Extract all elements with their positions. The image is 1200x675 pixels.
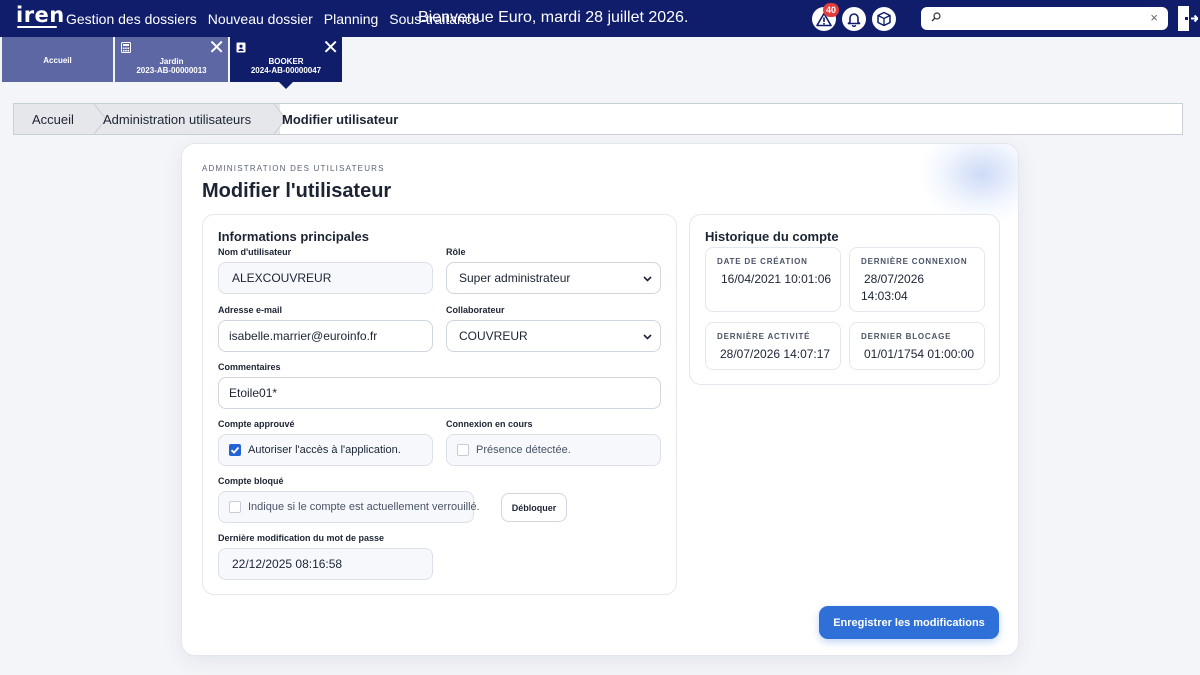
role-label: Rôle xyxy=(446,247,466,257)
approved-text: Autoriser l'accès à l'application. xyxy=(248,444,401,456)
page-title: Modifier l'utilisateur xyxy=(202,180,392,202)
last-login-date: 28/07/2026 xyxy=(864,272,925,286)
history-created: DATE DE CRÉATION 16/04/2021 10:01:06 xyxy=(705,247,841,312)
edit-user-card: ADMINISTRATION DES UTILISATEURS Modifier… xyxy=(181,143,1019,656)
approved-label: Compte approuvé xyxy=(218,419,295,429)
logo-text: iren xyxy=(16,3,65,27)
username-label: Nom d'utilisateur xyxy=(218,247,292,257)
created-value: 16/04/2021 10:01:06 xyxy=(721,272,832,286)
chevron-down-icon xyxy=(643,334,652,340)
search-clear-button[interactable]: × xyxy=(1150,10,1158,25)
active-tab-indicator xyxy=(279,82,293,89)
tab-accueil[interactable]: Accueil xyxy=(2,37,113,82)
logout-button[interactable] xyxy=(1176,5,1199,32)
username-value: ALEXCOUVREUR xyxy=(232,271,332,285)
created-label: DATE DE CRÉATION xyxy=(717,257,808,266)
locked-checkbox[interactable] xyxy=(229,501,241,513)
collaborator-value: COUVREUR xyxy=(459,329,528,343)
email-label: Adresse e-mail xyxy=(218,305,283,315)
panel-title: Informations principales xyxy=(218,229,369,244)
search-input[interactable] xyxy=(943,9,1143,28)
locked-label: Compte bloqué xyxy=(218,476,284,486)
breadcrumb-current: Modifier utilisateur xyxy=(282,111,399,127)
decorative-glow xyxy=(917,144,1018,224)
search-icon xyxy=(931,12,941,22)
notifications-button[interactable] xyxy=(842,7,866,31)
collaborator-select[interactable]: COUVREUR xyxy=(446,320,661,352)
last-block-label: DERNIER BLOCAGE xyxy=(861,332,952,341)
nav-item-planning[interactable]: Planning xyxy=(324,11,379,27)
calculator-icon xyxy=(121,42,131,53)
card-eyebrow: ADMINISTRATION DES UTILISATEURS xyxy=(202,164,385,173)
save-button[interactable]: Enregistrer les modifications xyxy=(819,606,999,639)
box-icon xyxy=(877,11,891,27)
approved-checkbox-row[interactable]: Autoriser l'accès à l'application. xyxy=(218,434,433,466)
comments-label: Commentaires xyxy=(218,362,281,372)
last-activity-value: 28/07/2026 14:07:17 xyxy=(720,347,831,361)
packages-button[interactable] xyxy=(872,7,896,31)
comments-field[interactable]: Etoile01* xyxy=(218,377,661,409)
checkmark-icon xyxy=(230,446,240,454)
last-login-label: DERNIÈRE CONNEXION xyxy=(861,257,968,266)
password-modified-label: Dernière modification du mot de passe xyxy=(218,533,385,543)
tab-jardin[interactable]: ✕ Jardin 2023-AB-00000013 xyxy=(115,37,228,82)
breadcrumb-administration-utilisateurs[interactable]: Administration utilisateurs xyxy=(103,104,251,134)
session-label: Connexion en cours xyxy=(446,419,533,429)
unlock-button[interactable]: Débloquer xyxy=(501,493,567,522)
email-value: isabelle.marrier@euroinfo.fr xyxy=(229,329,378,343)
top-bar: iren Gestion des dossiers Nouveau dossie… xyxy=(0,0,1200,37)
app-logo[interactable]: iren xyxy=(16,3,65,30)
nav-item-nouveau-dossier[interactable]: Nouveau dossier xyxy=(208,11,313,27)
role-select[interactable]: Super administrateur xyxy=(446,262,661,294)
password-modified-field: 22/12/2025 08:16:58 xyxy=(218,548,433,580)
tab-label: Accueil xyxy=(43,56,72,65)
id-badge-icon xyxy=(236,42,246,53)
search-bar[interactable]: × xyxy=(921,7,1168,30)
history-last-activity: DERNIÈRE ACTIVITÉ 28/07/2026 14:07:17 xyxy=(705,322,841,370)
approved-checkbox[interactable] xyxy=(229,444,241,456)
alert-count-badge: 40 xyxy=(823,3,840,17)
panel-title: Historique du compte xyxy=(705,229,839,244)
history-last-login: DERNIÈRE CONNEXION 28/07/2026 14:03:04 xyxy=(849,247,985,312)
last-block-value: 01/01/1754 01:00:00 xyxy=(864,347,975,361)
nav-item-gestion-dossiers[interactable]: Gestion des dossiers xyxy=(66,11,197,27)
tab-close-button[interactable]: ✕ xyxy=(208,38,225,58)
logout-icon xyxy=(1178,6,1199,31)
logo-underline xyxy=(17,26,57,28)
role-value: Super administrateur xyxy=(459,271,571,285)
collaborator-label: Collaborateur xyxy=(446,305,505,315)
tab-reference: 2023-AB-00000013 xyxy=(136,66,207,75)
session-checkbox xyxy=(457,444,469,456)
comments-value: Etoile01* xyxy=(229,386,278,400)
account-history-panel: Historique du compte DATE DE CRÉATION 16… xyxy=(689,214,1000,385)
tab-reference: 2024-AB-00000047 xyxy=(250,66,322,75)
breadcrumb: Accueil Administration utilisateurs Modi… xyxy=(13,103,1183,135)
main-info-panel: Informations principales Nom d'utilisate… xyxy=(202,214,677,595)
tab-close-button[interactable]: ✕ xyxy=(322,38,339,58)
locked-text: Indique si le compte est actuellement ve… xyxy=(248,501,480,513)
welcome-message: Bienvenue Euro, mardi 28 juillet 2026. xyxy=(418,9,689,26)
username-field[interactable]: ALEXCOUVREUR xyxy=(218,262,433,294)
history-last-block: DERNIER BLOCAGE 01/01/1754 01:00:00 xyxy=(849,322,985,370)
session-checkbox-row: Présence détectée. xyxy=(446,434,661,466)
tab-title: Jardin xyxy=(159,57,184,66)
tab-title: BOOKER xyxy=(268,57,304,66)
email-field[interactable]: isabelle.marrier@euroinfo.fr xyxy=(218,320,433,352)
last-login-time: 14:03:04 xyxy=(861,289,908,303)
breadcrumb-accueil[interactable]: Accueil xyxy=(32,104,74,134)
locked-checkbox-row[interactable]: Indique si le compte est actuellement ve… xyxy=(218,491,480,523)
chevron-down-icon xyxy=(643,276,652,282)
password-modified-value: 22/12/2025 08:16:58 xyxy=(232,557,343,571)
bell-icon xyxy=(847,13,861,27)
tab-booker[interactable]: ✕ BOOKER 2024-AB-00000047 xyxy=(230,37,342,82)
session-text: Présence détectée. xyxy=(476,444,571,456)
last-activity-label: DERNIÈRE ACTIVITÉ xyxy=(717,332,811,341)
